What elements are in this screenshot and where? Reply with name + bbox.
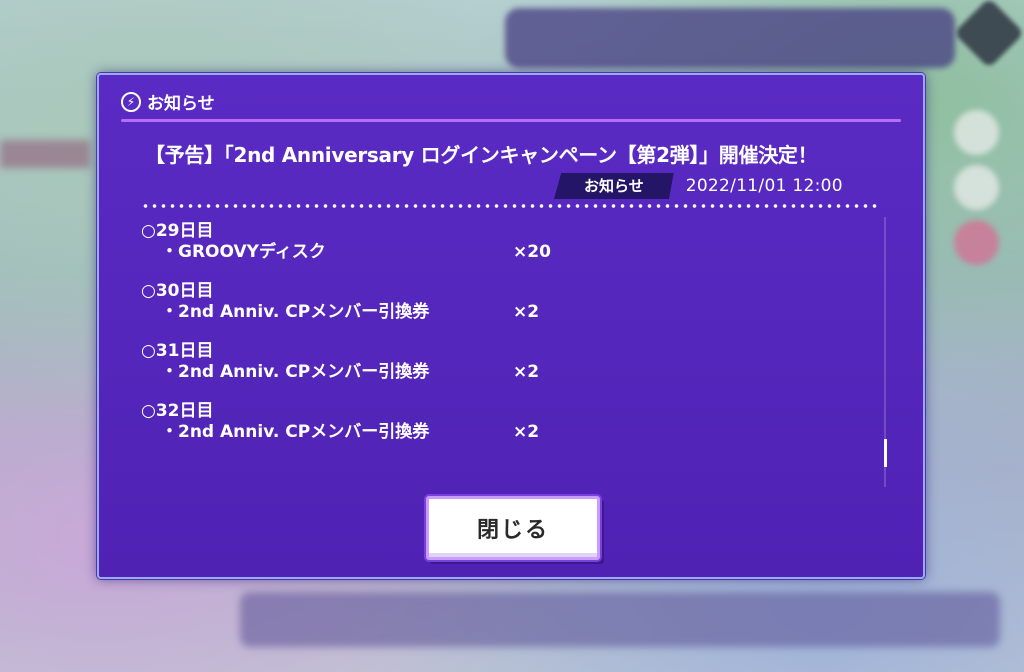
background-status-hud	[505, 8, 955, 68]
reward-quantity: ×2	[513, 422, 540, 442]
list-item: ○29日目 ・GROOVYディスク ×20	[141, 221, 881, 264]
reward-quantity: ×2	[513, 362, 540, 382]
background-menu-icon	[953, 0, 1024, 69]
close-button[interactable]: 閉じる	[426, 496, 600, 560]
reward-item: ・2nd Anniv. CPメンバー引換券	[161, 362, 430, 382]
background-side-button	[954, 220, 999, 265]
notice-title: 【予告】「2nd Anniversary ログインキャンペーン【第2弾】」開催決…	[145, 143, 818, 167]
notice-date: 2022/11/01 12:00	[685, 176, 843, 196]
dialog-header: ⚡ お知らせ	[121, 89, 215, 114]
notice-meta: お知らせ 2022/11/01 12:00	[554, 173, 843, 199]
close-button-label: 閉じる	[476, 518, 549, 543]
category-badge: お知らせ	[554, 173, 674, 199]
scrollbar-thumb[interactable]	[884, 439, 887, 467]
background-side-button	[954, 110, 999, 155]
reward-item: ・2nd Anniv. CPメンバー引換券	[161, 422, 430, 442]
list-item: ○31日目 ・2nd Anniv. CPメンバー引換券 ×2	[141, 341, 881, 384]
background-menu-pill	[0, 140, 90, 168]
reward-day: ○31日目	[141, 341, 214, 361]
list-item: ○30日目 ・2nd Anniv. CPメンバー引換券 ×2	[141, 281, 881, 324]
reward-item: ・2nd Anniv. CPメンバー引換券	[161, 302, 430, 322]
reward-day: ○30日目	[141, 281, 214, 301]
background-bottom-menu	[240, 592, 1000, 647]
dotted-divider	[141, 204, 879, 208]
reward-quantity: ×2	[513, 302, 540, 322]
reward-day: ○29日目	[141, 221, 214, 241]
notice-dialog: ⚡ お知らせ 【予告】「2nd Anniversary ログインキャンペーン【第…	[97, 73, 925, 579]
lightning-bolt-icon: ⚡	[121, 91, 141, 112]
reward-item: ・GROOVYディスク	[161, 242, 326, 262]
header-divider	[121, 119, 901, 122]
list-item: ○32日目 ・2nd Anniv. CPメンバー引換券 ×2	[141, 401, 881, 444]
notice-body[interactable]: ○29日目 ・GROOVYディスク ×20 ○30日目 ・2nd Anniv. …	[141, 221, 881, 481]
background-side-button	[954, 165, 999, 210]
reward-day: ○32日目	[141, 401, 214, 421]
dialog-header-title: お知らせ	[147, 94, 215, 114]
reward-quantity: ×20	[513, 242, 551, 262]
